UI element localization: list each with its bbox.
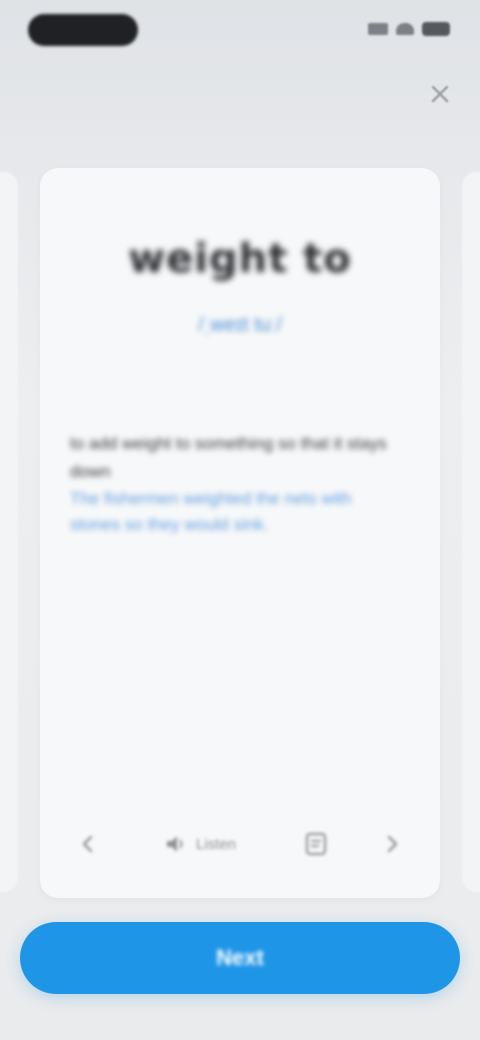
word-title: weight to bbox=[128, 236, 352, 282]
next-card-peek[interactable] bbox=[462, 172, 480, 892]
time-pill bbox=[28, 14, 138, 46]
close-button[interactable] bbox=[426, 80, 454, 108]
card-toolbar: Listen bbox=[40, 820, 440, 868]
back-icon bbox=[82, 835, 93, 853]
note-icon bbox=[305, 832, 327, 856]
battery-icon bbox=[422, 22, 450, 36]
top-bar bbox=[0, 64, 480, 136]
word-card: weight to /ˌweɪt tuː/ to add weight to s… bbox=[40, 168, 440, 898]
next-button[interactable]: Next bbox=[20, 922, 460, 994]
close-icon bbox=[431, 85, 449, 103]
flashcard-screen: weight to /ˌweɪt tuː/ to add weight to s… bbox=[0, 0, 480, 1040]
forward-button[interactable] bbox=[372, 826, 412, 862]
word-example: The fishermen weighted the nets with sto… bbox=[70, 489, 352, 534]
previous-card-peek[interactable] bbox=[0, 172, 18, 892]
next-icon bbox=[387, 835, 398, 853]
note-button[interactable] bbox=[296, 826, 336, 862]
signal-icon bbox=[368, 23, 388, 35]
status-icons bbox=[368, 22, 450, 36]
wifi-icon bbox=[396, 23, 414, 35]
word-definition: to add weight to something so that it st… bbox=[70, 434, 387, 481]
back-button[interactable] bbox=[68, 826, 108, 862]
status-bar bbox=[0, 0, 480, 64]
listen-button[interactable]: Listen bbox=[144, 826, 256, 862]
listen-label: Listen bbox=[195, 835, 237, 853]
speaker-icon bbox=[166, 836, 183, 852]
phonetic-transcription: /ˌweɪt tuː/ bbox=[198, 314, 282, 336]
next-button-label: Next bbox=[216, 945, 264, 970]
